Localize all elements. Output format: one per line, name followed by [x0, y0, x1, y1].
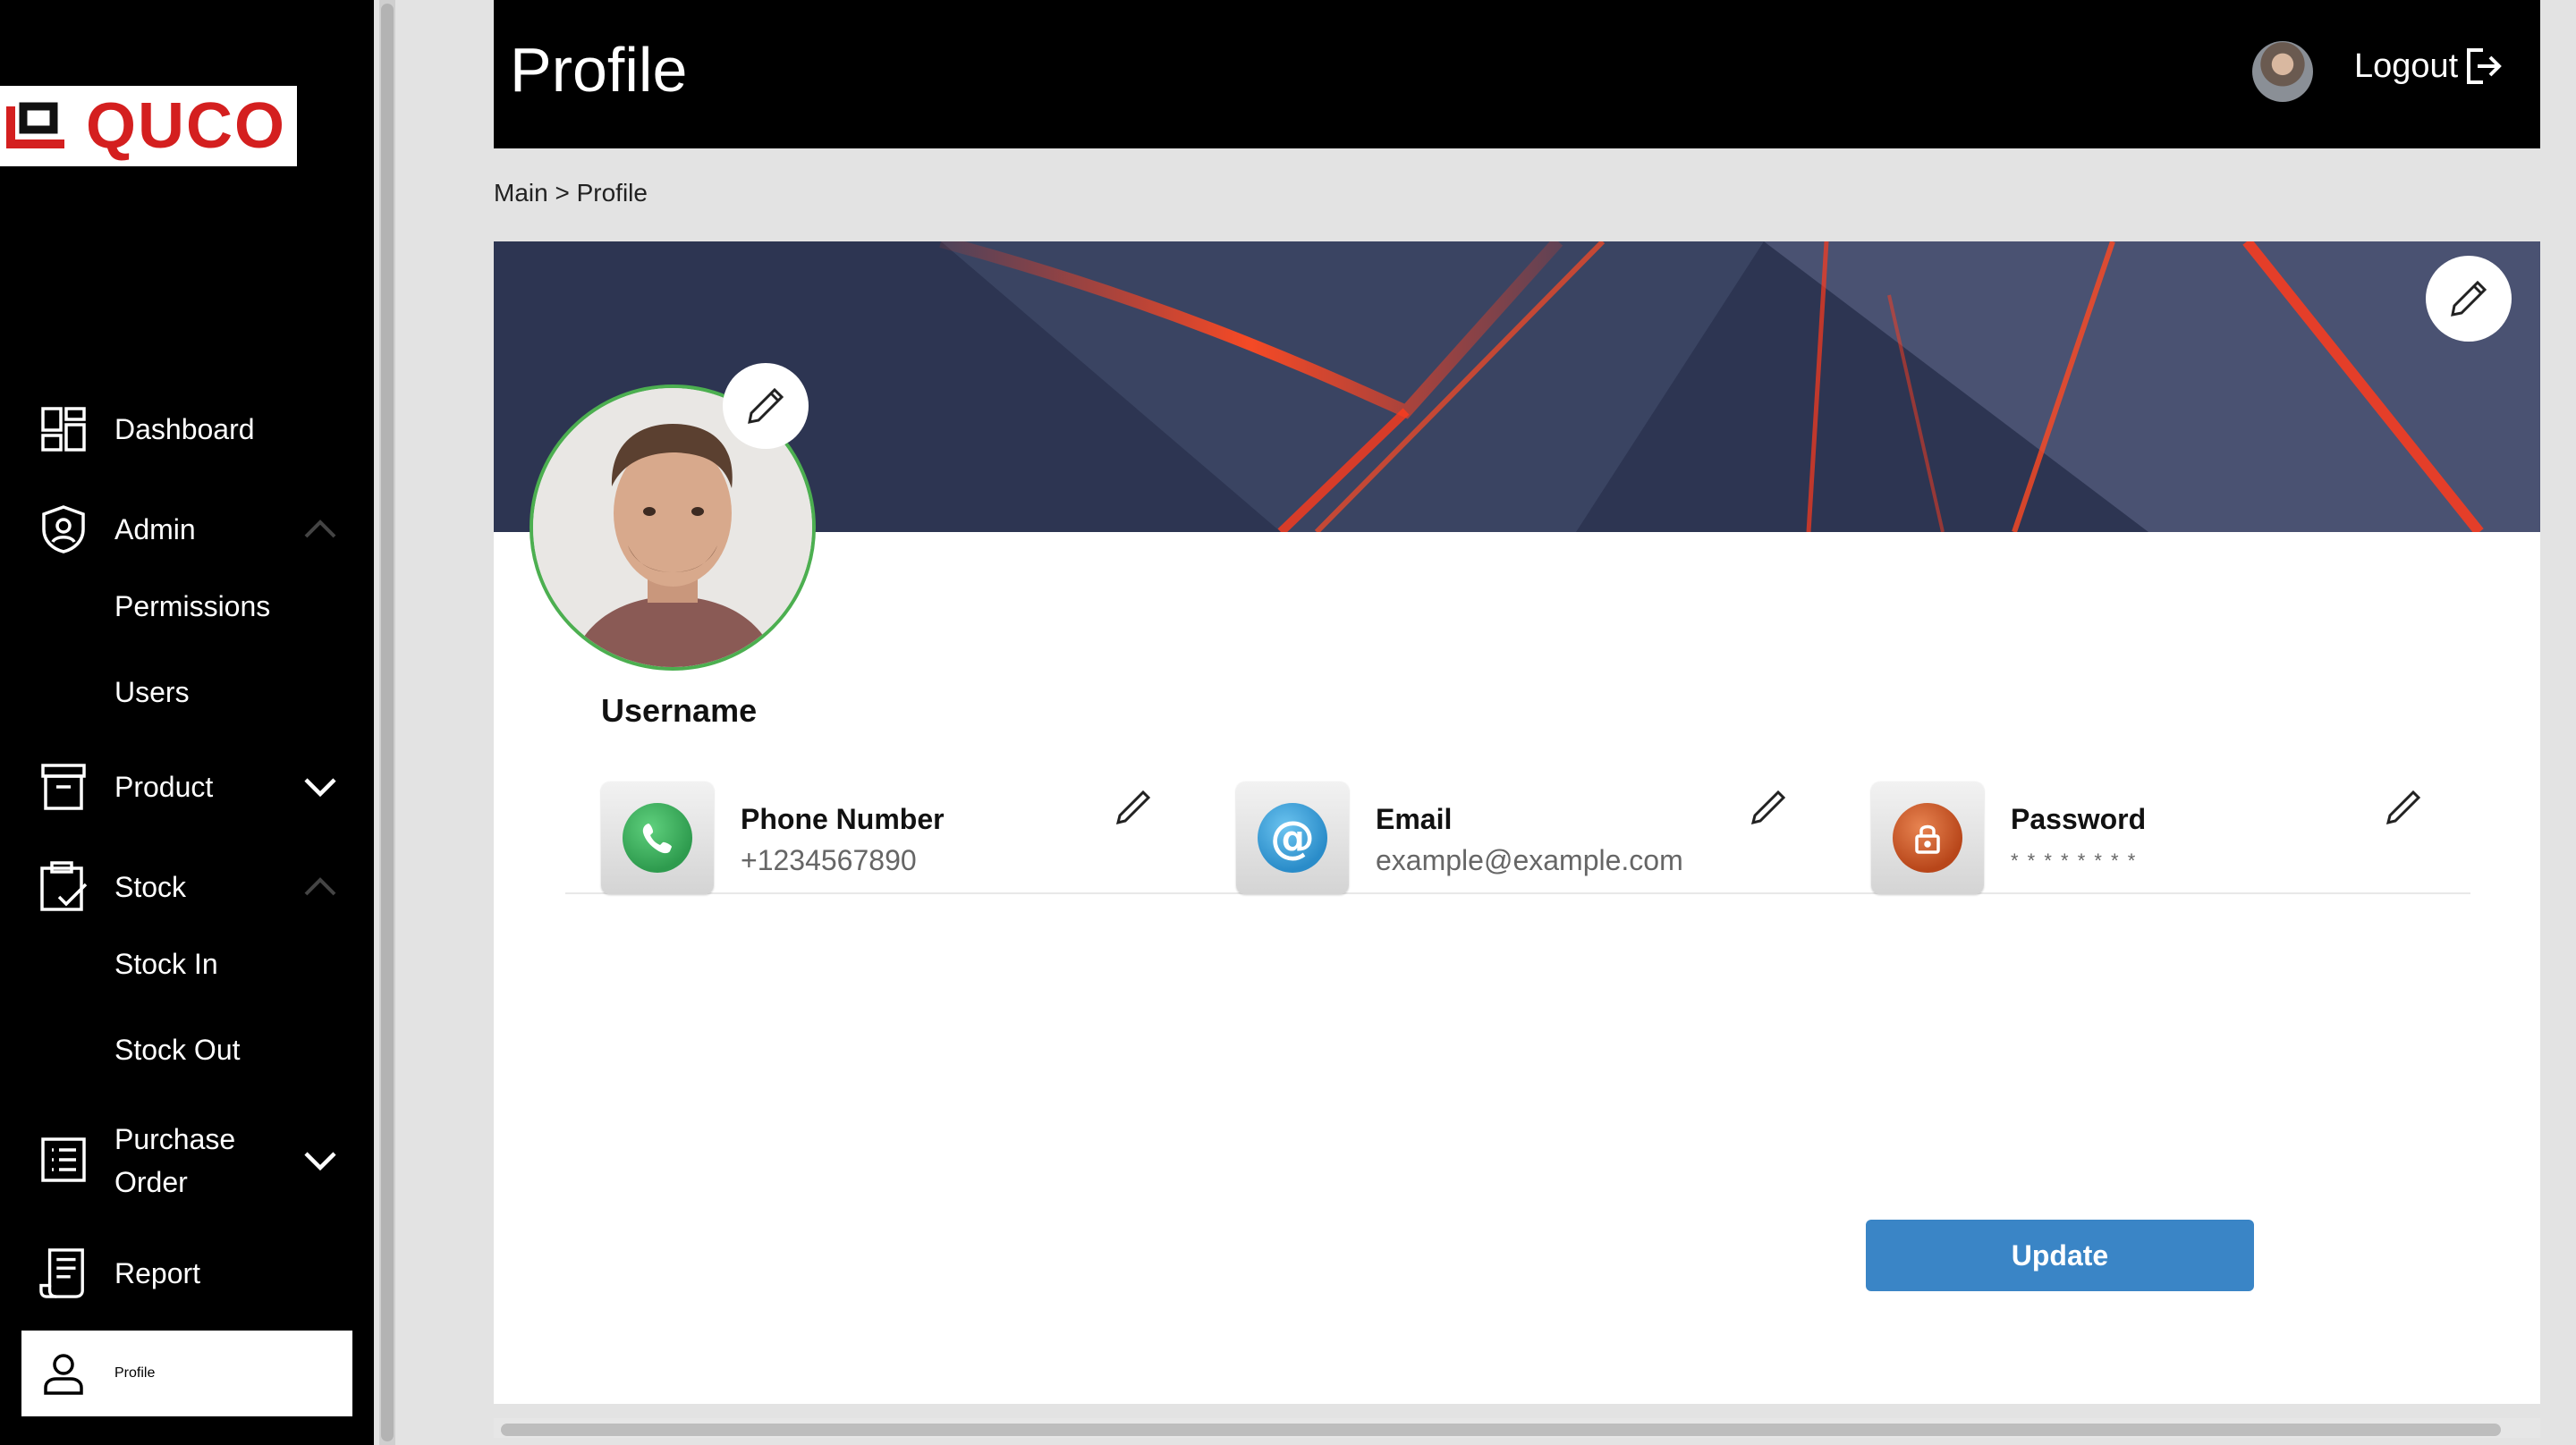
sidebar-item-stock-in[interactable]: Stock In: [114, 948, 218, 981]
pencil-icon: [2451, 280, 2487, 317]
sidebar: QUCO Dashboard Admin Permissions Users P…: [0, 0, 374, 1445]
sidebar-scrollbar-thumb[interactable]: [381, 4, 394, 1441]
email-tile: @: [1236, 782, 1349, 894]
edit-avatar-button[interactable]: [723, 363, 809, 449]
sidebar-item-users[interactable]: Users: [114, 676, 190, 709]
edit-password-pencil-icon[interactable]: [2383, 785, 2426, 828]
sidebar-item-dashboard[interactable]: Dashboard: [0, 405, 374, 453]
sidebar-item-permissions[interactable]: Permissions: [114, 590, 270, 623]
chevron-down-icon[interactable]: [301, 1141, 340, 1180]
sidebar-item-admin[interactable]: Admin: [0, 505, 374, 553]
receipt-icon: [39, 1248, 88, 1298]
clipboard-check-icon: [39, 861, 88, 911]
pencil-icon: [748, 387, 784, 424]
phone-tile: [601, 782, 714, 894]
profile-fields: Phone Number +1234567890 @ Email example…: [565, 782, 2470, 894]
lock-icon: [1893, 803, 1962, 873]
logout-label: Logout: [2354, 46, 2459, 85]
update-button[interactable]: Update: [1866, 1220, 2254, 1291]
sidebar-item-label: Admin: [114, 513, 196, 545]
sidebar-item-report[interactable]: Report: [0, 1248, 374, 1298]
page-title: Profile: [510, 35, 688, 105]
password-field: Password * * * * * * * *: [1835, 782, 2421, 894]
sidebar-item-label: Report: [114, 1257, 201, 1289]
shield-user-icon: [39, 505, 88, 553]
logo-text: QUCO: [86, 90, 286, 162]
phone-value: +1234567890: [741, 844, 917, 876]
dashboard-grid-icon: [39, 405, 88, 453]
breadcrumb: Main > Profile: [494, 179, 648, 207]
sidebar-item-label: Profile: [114, 1365, 156, 1381]
horizontal-scrollbar-thumb[interactable]: [501, 1424, 2501, 1436]
logout-button[interactable]: Logout: [2354, 46, 2503, 86]
archive-box-icon: [39, 763, 88, 811]
phone-icon: [623, 803, 692, 873]
email-value: example@example.com: [1376, 844, 1683, 876]
phone-field: Phone Number +1234567890: [565, 782, 1151, 894]
password-tile: [1871, 782, 1984, 894]
sidebar-item-label: Product: [114, 771, 214, 803]
sidebar-item-product[interactable]: Product: [0, 763, 374, 811]
at-sign-icon: @: [1258, 803, 1327, 873]
password-label: Password: [2011, 803, 2147, 835]
avatar[interactable]: [2252, 41, 2313, 102]
logo[interactable]: QUCO: [0, 86, 297, 166]
password-value: * * * * * * * *: [2011, 849, 2138, 872]
phone-label: Phone Number: [741, 803, 945, 835]
chevron-down-icon[interactable]: [301, 767, 340, 807]
edit-cover-button[interactable]: [2426, 256, 2512, 342]
edit-phone-pencil-icon[interactable]: [1113, 785, 1156, 828]
logo-mark-icon: [6, 102, 64, 148]
list-document-icon: [39, 1136, 88, 1184]
user-icon: [39, 1349, 88, 1398]
email-label: Email: [1376, 803, 1453, 835]
profile-card: Username Phone Number +1234567890 @ Emai…: [494, 241, 2540, 1404]
sidebar-item-stock-out[interactable]: Stock Out: [114, 1034, 241, 1067]
email-field: @ Email example@example.com: [1200, 782, 1786, 894]
sidebar-item-stock[interactable]: Stock: [0, 861, 374, 911]
logout-icon: [2467, 48, 2503, 84]
top-header: Profile Logout: [494, 0, 2540, 148]
sidebar-item-purchase-order[interactable]: Purchase Order: [0, 1118, 374, 1204]
edit-email-pencil-icon[interactable]: [1748, 785, 1791, 828]
page-right-gutter: [2546, 0, 2576, 1445]
sidebar-item-label: Stock: [114, 871, 187, 903]
sidebar-item-label: Purchase Order: [114, 1123, 236, 1198]
chevron-up-icon[interactable]: [301, 867, 340, 907]
sidebar-item-profile[interactable]: Profile: [21, 1331, 352, 1416]
username: Username: [601, 692, 758, 729]
sidebar-item-label: Dashboard: [114, 413, 255, 445]
chevron-up-icon[interactable]: [301, 510, 340, 549]
